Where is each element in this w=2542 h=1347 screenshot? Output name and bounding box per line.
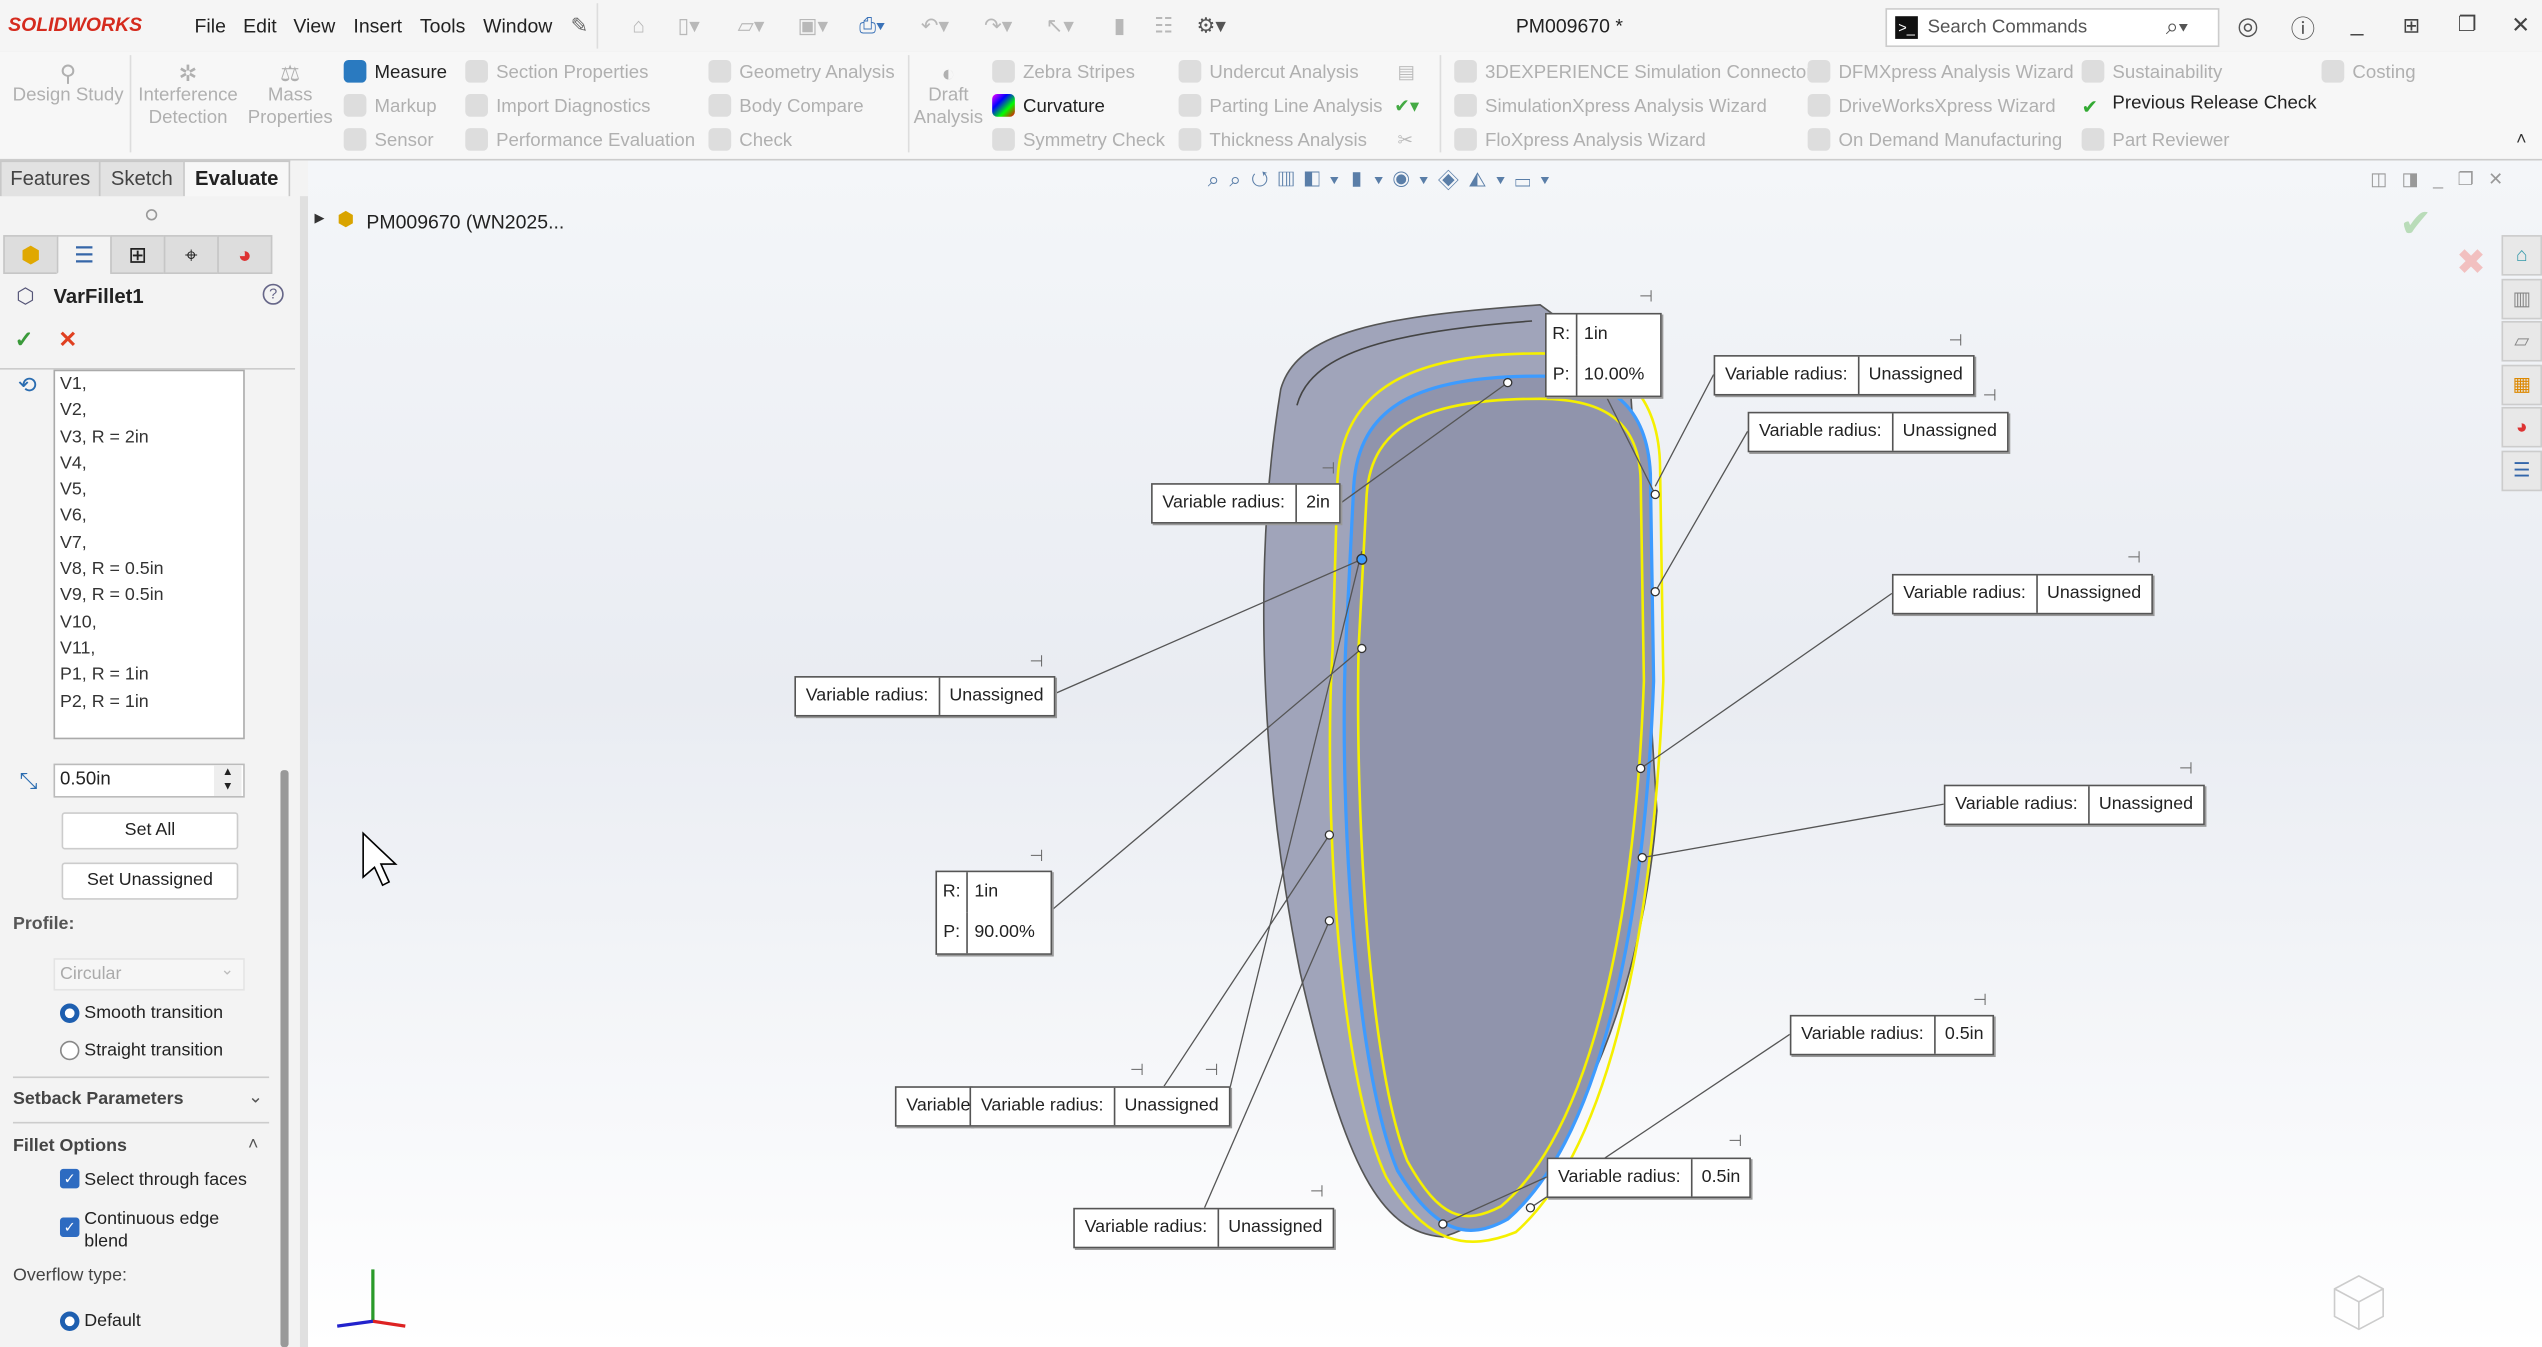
- variable-radius-callout[interactable]: Variable radius: 0.5in: [1789, 1014, 1995, 1056]
- variable-radius-callout[interactable]: Variable radius: Unassigned: [1943, 784, 2205, 826]
- pin-icon[interactable]: ⊣: [1321, 460, 1335, 478]
- variable-radius-callout[interactable]: Variable radius: Unassigned: [1747, 411, 2009, 453]
- pin-icon[interactable]: ⊣: [1728, 1133, 1742, 1151]
- variable-radius-callout[interactable]: Variable radius: Unassigned: [1073, 1207, 1334, 1249]
- pin-icon[interactable]: ⊣: [1205, 1062, 1219, 1080]
- callout-rp-90[interactable]: R: 1in P: 90.00%: [935, 870, 1053, 955]
- mouse-cursor-icon: [362, 831, 398, 887]
- pin-icon[interactable]: ⊣: [2127, 550, 2141, 568]
- view-palette-icon[interactable]: ▦: [2501, 363, 2542, 405]
- task-pane: ⌂ ▥ ▱ ▦ ◕ ☰: [2501, 235, 2542, 493]
- variable-radius-callout[interactable]: Variable radius: Unassigned: [1713, 355, 1975, 396]
- variable-radius-callout[interactable]: Variable radius: 0.5in: [1546, 1157, 1752, 1199]
- file-explorer-icon[interactable]: ▱: [2501, 320, 2542, 362]
- variable-radius-callout[interactable]: Variable radius: Unassigned: [794, 676, 1055, 717]
- pin-icon[interactable]: ⊣: [1983, 387, 1997, 405]
- triad-axes: [336, 1269, 406, 1328]
- pin-icon[interactable]: ⊣: [1029, 848, 1043, 866]
- variable-radius-callout[interactable]: Variable radius: Unassigned: [1891, 573, 2153, 615]
- pin-icon[interactable]: ⊣: [1949, 332, 1963, 350]
- callout-rp-10[interactable]: R: 1in P: 10.00%: [1545, 312, 1662, 398]
- pin-icon[interactable]: ⊣: [2179, 760, 2193, 778]
- variable-radius-callout[interactable]: Variable radius: 2in: [1151, 483, 1342, 524]
- variable-radius-callout[interactable]: Variable radius: Unassigned: [969, 1086, 1231, 1127]
- pin-icon[interactable]: ⊣: [1310, 1183, 1324, 1201]
- pin-icon[interactable]: ⊣: [1029, 653, 1043, 671]
- design-library-icon[interactable]: ▥: [2501, 278, 2542, 319]
- model-view: [336, 303, 2384, 1331]
- pin-icon[interactable]: ⊣: [1130, 1062, 1144, 1080]
- custom-properties-icon[interactable]: ☰: [2501, 449, 2542, 491]
- solidworks-resources-home-icon[interactable]: ⌂: [2501, 235, 2542, 276]
- appearances-scenes-icon[interactable]: ◕: [2501, 406, 2542, 448]
- pin-icon[interactable]: ⊣: [1973, 992, 1987, 1010]
- view-cube-icon: [2333, 1274, 2384, 1331]
- pin-icon[interactable]: ⊣: [1639, 289, 1653, 307]
- variable-radius-callout-partial[interactable]: Variable: [894, 1086, 973, 1127]
